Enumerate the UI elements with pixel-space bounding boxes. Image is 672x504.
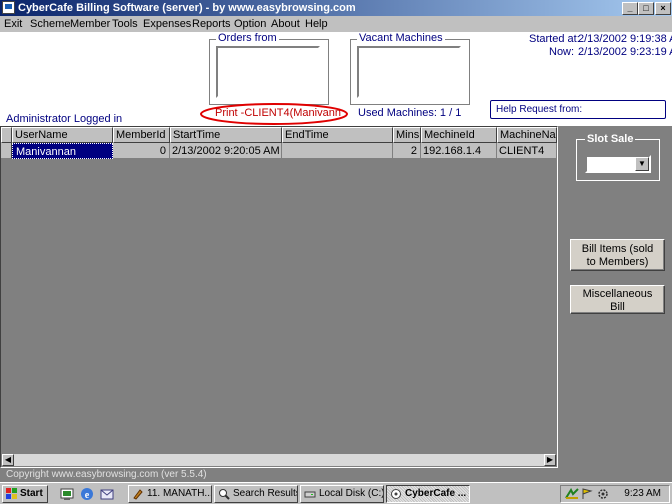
column-header-mechineid[interactable]: MechineId [421, 127, 497, 143]
status-bar: Copyright www.easybrowsing.com (ver 5.5.… [0, 468, 672, 482]
copyright-text: Copyright www.easybrowsing.com (ver 5.5.… [6, 469, 207, 480]
windows-logo-icon [6, 488, 17, 499]
orders-list[interactable] [216, 46, 320, 98]
used-machines: Used Machines: 1 / 1 [358, 107, 462, 119]
taskbar: Start e 11. MANATH... Search Results Loc… [0, 482, 672, 504]
menu-scheme[interactable]: Scheme [30, 17, 70, 31]
column-header-starttime[interactable]: StartTime [170, 127, 282, 143]
print-status: Print -CLIENT4(Manivann [215, 107, 341, 119]
bill-items-label-1: Bill Items (sold [581, 243, 654, 255]
task-cybercafe-label: CyberCafe ... [405, 488, 467, 499]
system-tray: 9:23 AM [560, 485, 670, 503]
chevron-down-icon[interactable]: ▼ [635, 157, 649, 171]
title-bar: CyberCafe Billing Software (server) - by… [0, 0, 672, 16]
menu-help[interactable]: Help [305, 17, 328, 31]
close-button[interactable]: × [655, 2, 671, 15]
slot-sale-group: Slot Sale ▼ [576, 133, 660, 181]
menu-reports[interactable]: Reports [192, 17, 231, 31]
now-value: 2/13/2002 9:23:19 AM [578, 46, 672, 58]
start-button[interactable]: Start [2, 485, 48, 503]
cybercafe-app-icon [391, 489, 401, 499]
cell-mechineid[interactable]: 192.168.1.4 [421, 143, 497, 159]
slot-sale-dropdown[interactable]: ▼ [585, 155, 651, 173]
svg-text:e: e [85, 490, 90, 501]
menu-bar: Exit Scheme Member Tools Expenses Report… [0, 16, 672, 32]
started-label: Started at: [529, 33, 580, 45]
disk-drive-icon [304, 491, 316, 498]
outlook-express-icon[interactable] [100, 488, 114, 501]
orders-from-label: Orders from [216, 32, 279, 44]
task-local-disk-label: Local Disk (C:) [319, 488, 384, 499]
task-manath[interactable]: 11. MANATH... [128, 485, 212, 503]
column-header-endtime[interactable]: EndTime [282, 127, 393, 143]
clock: 9:23 AM [624, 488, 661, 499]
app-icon [2, 1, 15, 14]
bill-items-label-2: to Members) [586, 256, 649, 268]
menu-member[interactable]: Member [70, 17, 110, 31]
vacant-machines-label: Vacant Machines [357, 32, 445, 44]
minimize-button[interactable]: _ [622, 2, 638, 15]
misc-bill-label-2: Bill [610, 301, 625, 313]
cell-username[interactable]: Manivannan [12, 143, 113, 159]
task-manath-label: 11. MANATH... [147, 488, 212, 499]
gear-icon[interactable] [597, 488, 609, 500]
vacant-machines-group: Vacant Machines [350, 32, 470, 105]
network-tray-icon[interactable] [565, 488, 579, 500]
window-title: CyberCafe Billing Software (server) - by… [18, 2, 356, 14]
cell-endtime[interactable] [282, 143, 393, 159]
task-local-disk[interactable]: Local Disk (C:) [300, 485, 384, 503]
miscellaneous-bill-button[interactable]: Miscellaneous Bill [570, 285, 665, 314]
cell-memberid[interactable]: 0 [113, 143, 170, 159]
cell-mins[interactable]: 2 [393, 143, 421, 159]
bill-items-button[interactable]: Bill Items (sold to Members) [570, 239, 665, 271]
cell-starttime[interactable]: 2/13/2002 9:20:05 AM [170, 143, 282, 159]
slot-sale-label: Slot Sale [585, 133, 636, 145]
flag-tray-icon[interactable] [581, 488, 593, 500]
menu-about[interactable]: About [271, 17, 300, 31]
column-header-username[interactable]: UserName [12, 127, 113, 143]
orders-from-group: Orders from [209, 32, 329, 105]
now-label: Now: [549, 46, 575, 58]
task-search-results[interactable]: Search Results [214, 485, 298, 503]
row-selector[interactable] [1, 143, 12, 159]
task-cybercafe[interactable]: CyberCafe ... [386, 485, 470, 503]
vacant-machines-list[interactable] [357, 46, 461, 98]
right-panel: Slot Sale ▼ Bill Items (sold to Members)… [558, 126, 672, 468]
menu-exit[interactable]: Exit [4, 17, 22, 31]
start-label: Start [20, 488, 43, 499]
help-request-label: Help Request from: [496, 104, 583, 115]
help-request-box[interactable]: Help Request from: [490, 100, 666, 119]
cell-machinename[interactable]: CLIENT4 [497, 143, 557, 159]
maximize-button[interactable]: □ [638, 2, 654, 15]
menu-expenses[interactable]: Expenses [143, 17, 191, 31]
misc-bill-label-1: Miscellaneous [582, 288, 653, 300]
menu-tools[interactable]: Tools [112, 17, 138, 31]
sessions-grid[interactable]: UserName MemberId StartTime EndTime Mins… [0, 126, 558, 468]
search-icon [219, 489, 230, 500]
started-value: 2/13/2002 9:19:38 AM [578, 33, 672, 45]
pen-icon [133, 489, 143, 500]
column-header-mins[interactable]: Mins [393, 127, 421, 143]
column-header-machinename[interactable]: MachineNar [497, 127, 557, 143]
desktop-quicklaunch-icon[interactable] [60, 488, 74, 501]
scroll-right-icon[interactable]: ▶ [544, 454, 556, 466]
grid-horizontal-scrollbar[interactable]: ◀ ▶ [2, 454, 556, 466]
internet-explorer-icon[interactable]: e [80, 487, 94, 501]
column-header-memberid[interactable]: MemberId [113, 127, 170, 143]
scroll-left-icon[interactable]: ◀ [2, 454, 14, 466]
admin-status: Administrator Logged in [6, 113, 123, 125]
task-search-results-label: Search Results [233, 488, 298, 499]
grid-corner [1, 127, 12, 143]
menu-option[interactable]: Option [234, 17, 266, 31]
